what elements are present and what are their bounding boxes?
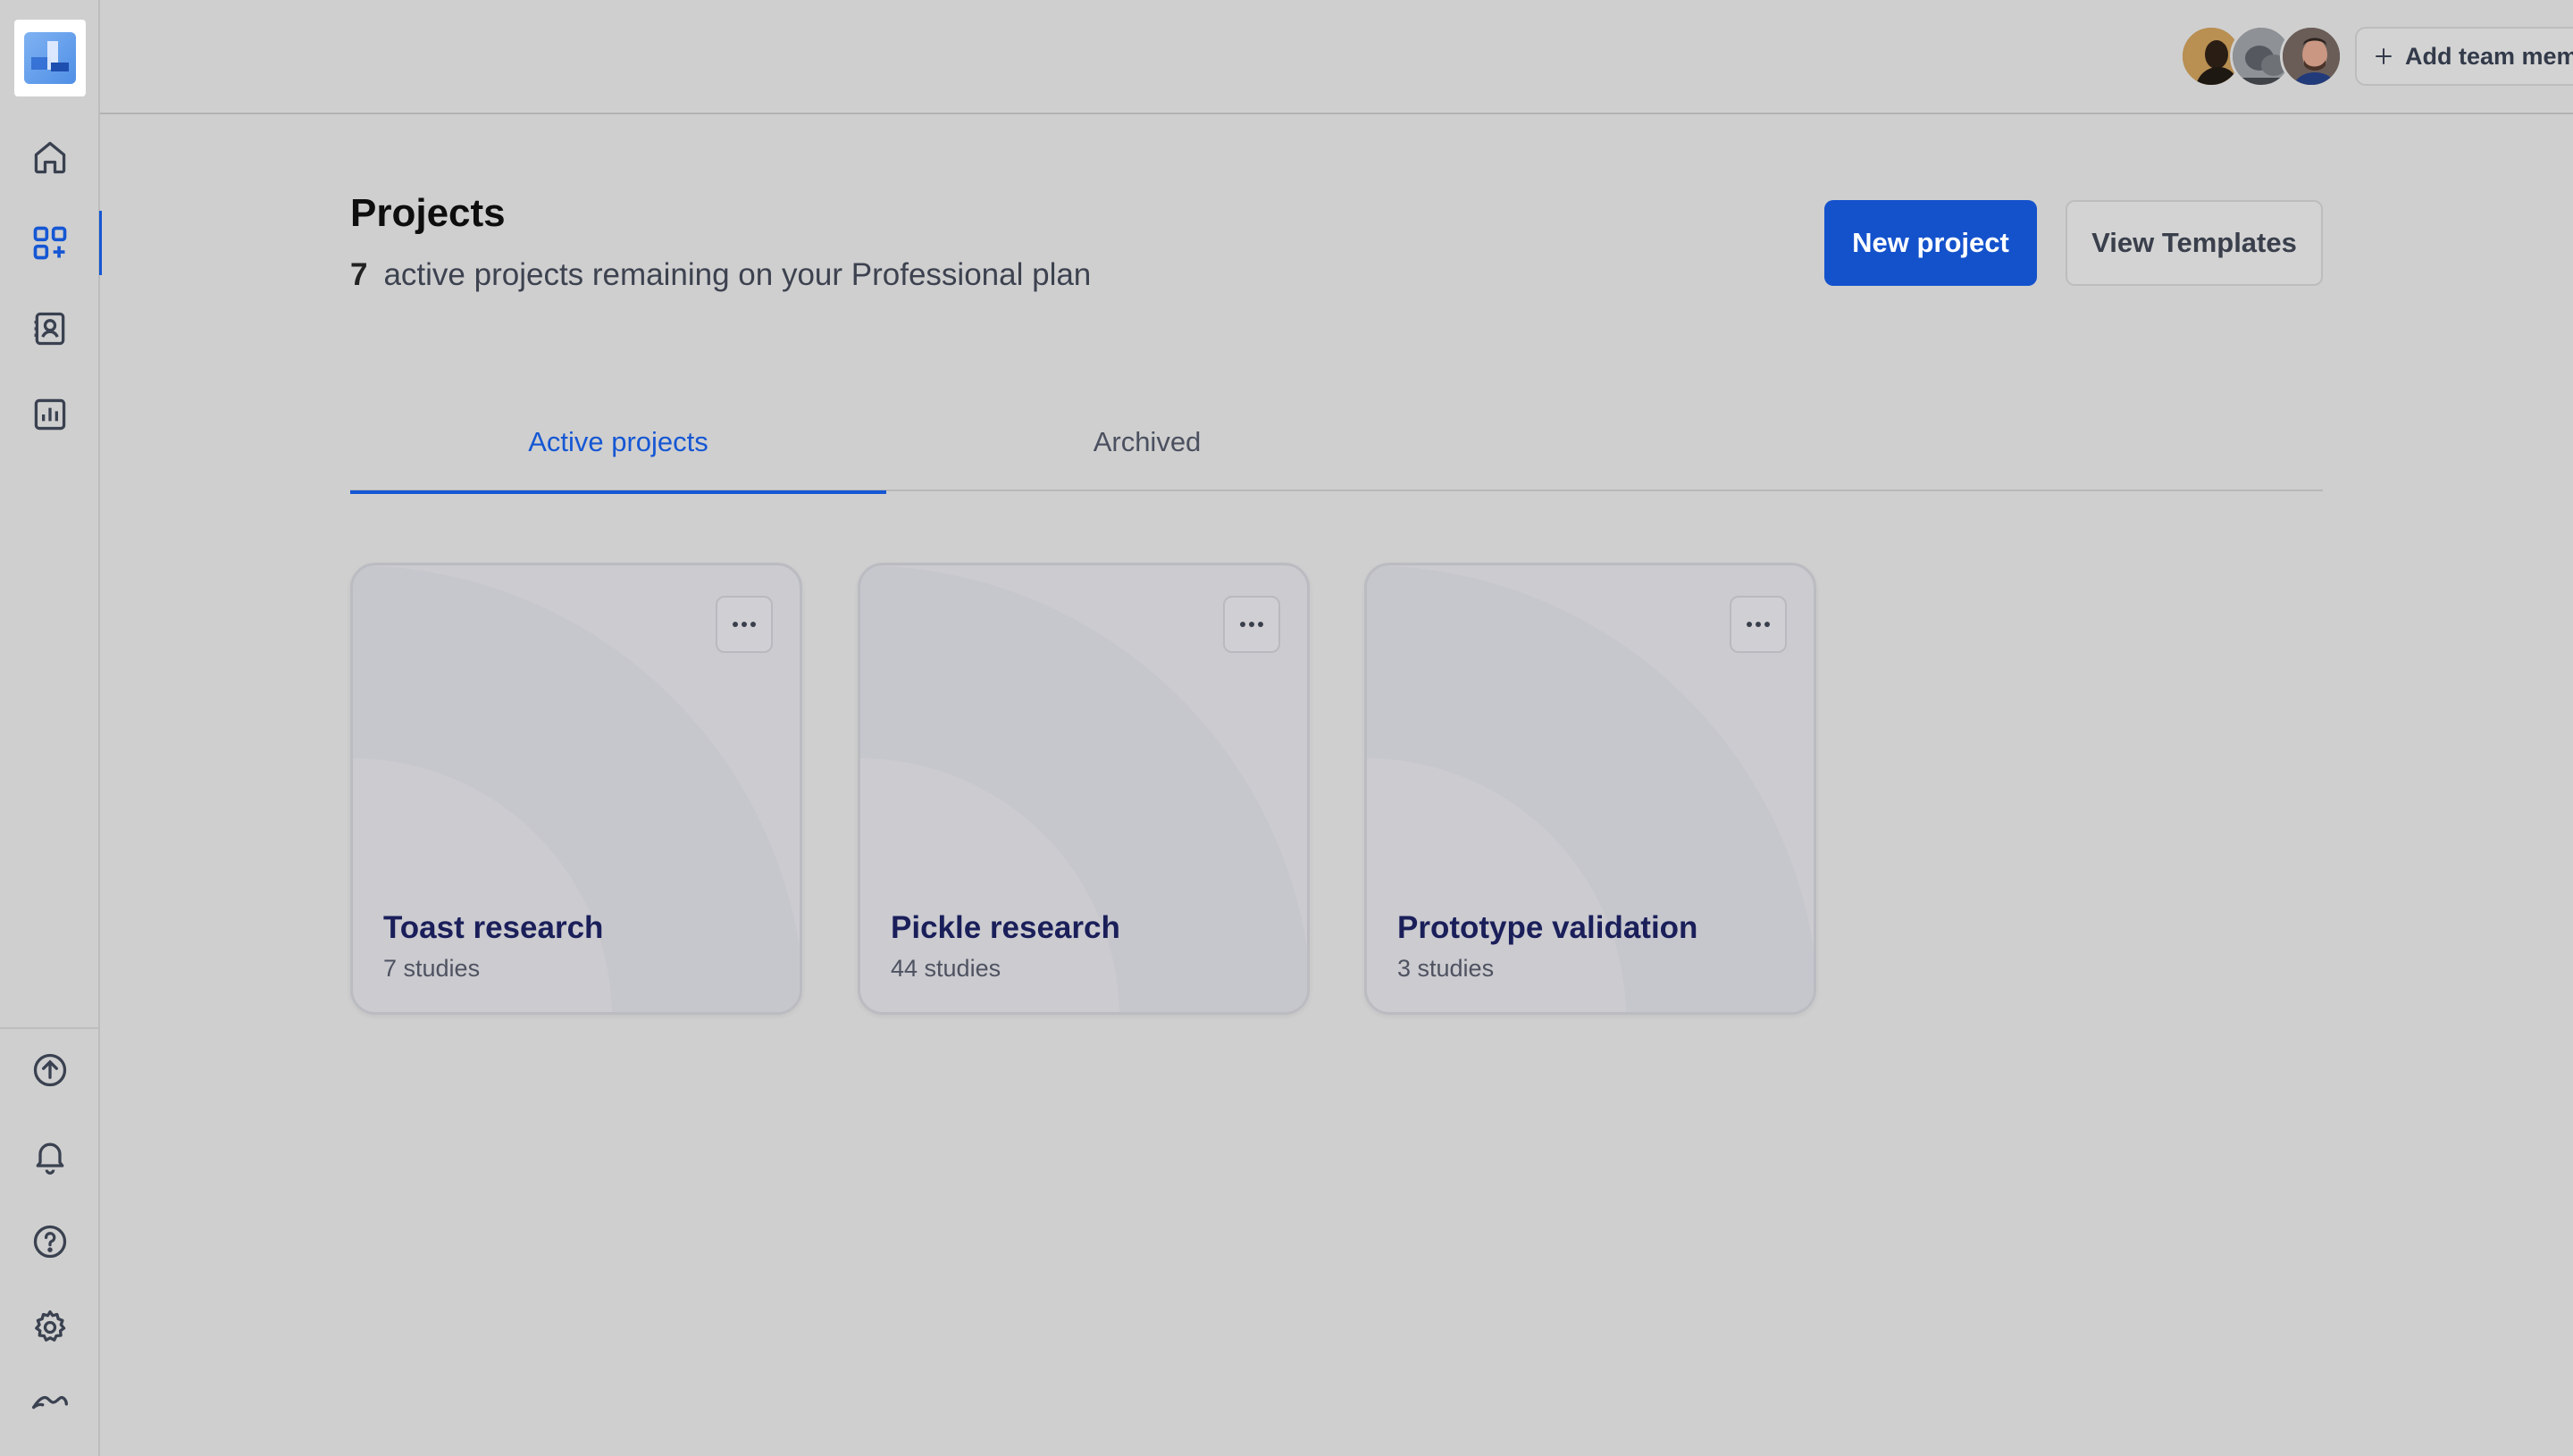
bell-icon <box>36 1142 64 1175</box>
workspace-logo-image <box>24 32 76 84</box>
bar-chart-icon <box>34 398 66 431</box>
sidebar-item-help[interactable] <box>0 1209 100 1274</box>
project-card[interactable]: Prototype validation 3 studies <box>1364 563 1816 1015</box>
add-team-members-label: Add team members <box>2405 42 2573 70</box>
sidebar-item-upload[interactable] <box>0 1038 100 1102</box>
project-title: Pickle research <box>891 910 1120 945</box>
plan-usage-text: 7 active projects remaining on your Prof… <box>350 257 1091 293</box>
tab-active-projects[interactable]: Active projects <box>350 393 886 494</box>
more-horizontal-icon <box>1747 622 1770 627</box>
home-icon <box>34 141 66 174</box>
upload-circle-icon <box>33 1053 67 1087</box>
sidebar-item-reports[interactable] <box>0 382 100 447</box>
more-horizontal-icon <box>1240 622 1263 627</box>
card-menu-button[interactable] <box>716 596 773 653</box>
card-menu-button[interactable] <box>1730 596 1787 653</box>
plus-icon <box>2376 48 2392 64</box>
sidebar-item-projects[interactable] <box>0 211 102 275</box>
workspace-logo[interactable] <box>14 20 86 96</box>
add-team-members-button[interactable]: Add team members <box>2355 27 2573 86</box>
contact-book-icon <box>34 312 65 346</box>
app: Add team members Projects 7 active proje… <box>0 0 2573 1456</box>
project-study-count: 3 studies <box>1397 955 1495 982</box>
team-avatars[interactable] <box>2180 25 2350 89</box>
sidebar-item-notifications[interactable] <box>0 1124 100 1188</box>
remaining-count: 7 <box>350 257 368 292</box>
project-title: Toast research <box>383 910 604 945</box>
sidebar-divider <box>0 1027 100 1029</box>
sidebar-item-contacts[interactable] <box>0 297 100 361</box>
sidebar-item-home[interactable] <box>0 125 100 189</box>
sidebar-item-settings[interactable] <box>0 1295 100 1360</box>
gear-icon <box>35 1310 66 1342</box>
card-menu-button[interactable] <box>1223 596 1280 653</box>
project-title: Prototype validation <box>1397 910 1698 945</box>
sidebar-item-brand[interactable] <box>0 1370 100 1435</box>
project-card[interactable]: Pickle research 44 studies <box>858 563 1310 1015</box>
new-project-button[interactable]: New project <box>1824 200 2037 286</box>
remaining-label: active projects remaining on your Profes… <box>383 257 1092 292</box>
more-horizontal-icon <box>733 622 756 627</box>
help-circle-icon <box>33 1225 67 1259</box>
tab-archived[interactable]: Archived <box>879 393 1415 491</box>
project-study-count: 44 studies <box>891 955 1002 982</box>
project-card[interactable]: Toast research 7 studies <box>350 563 802 1015</box>
project-study-count: 7 studies <box>383 955 481 982</box>
view-templates-button[interactable]: View Templates <box>2066 200 2323 286</box>
top-bar: Add team members <box>100 0 2573 114</box>
grid-icon <box>33 226 67 260</box>
brand-wave-icon <box>32 1395 68 1410</box>
page-title: Projects <box>350 191 506 235</box>
project-tabs: Active projects Archived <box>350 393 2323 494</box>
sidebar <box>0 0 102 1456</box>
avatar[interactable] <box>2280 25 2343 88</box>
